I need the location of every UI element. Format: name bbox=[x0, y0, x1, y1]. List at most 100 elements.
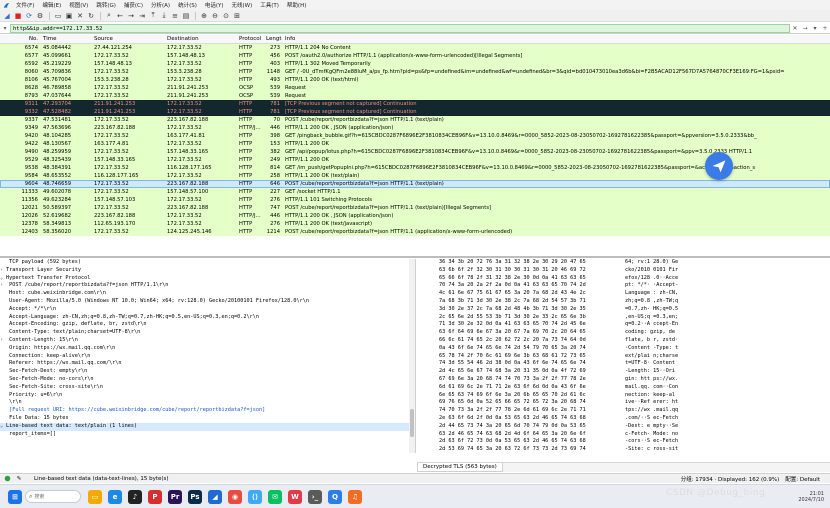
menu-item[interactable]: 工具(T) bbox=[256, 1, 283, 9]
detail-tree-item[interactable]: Connection: keep-alive\r\n bbox=[0, 353, 415, 361]
detail-tree-item[interactable]: Accept-Encoding: gzip, deflate, br, zstd… bbox=[0, 321, 415, 329]
bytes-row[interactable]: 65 78 74 2f 70 6c 61 69 6e 3b 63 68 61 7… bbox=[417, 353, 830, 361]
bytes-row[interactable]: 7a 68 3b 71 3d 30 2e 38 2c 7a 68 2d 54 5… bbox=[417, 298, 830, 306]
detail-tree-item[interactable]: File Data: 15 bytes bbox=[0, 415, 415, 423]
menu-item[interactable]: 无线(W) bbox=[228, 1, 257, 9]
bytes-row[interactable]: 36 34 3b 20 72 76 3a 31 32 38 2e 30 29 2… bbox=[417, 259, 830, 267]
packet-row[interactable]: 9422 48.130567 163.177.4.81 172.17.33.52 HTT… bbox=[0, 140, 830, 148]
bytes-row[interactable]: 63 2d 46 65 74 63 68 2d 4d 6f 64 65 3a 2… bbox=[417, 431, 830, 439]
packet-row[interactable]: 12378 58.349813 112.65.193.170 172.17.33.52… bbox=[0, 220, 830, 228]
pdf-app-icon[interactable]: P bbox=[148, 489, 162, 504]
expert-info-icon[interactable] bbox=[2, 474, 12, 483]
clear-filter-icon[interactable]: ✕ bbox=[790, 24, 800, 33]
display-filter-input[interactable]: http&&ip.addr==172.17.33.52 bbox=[10, 23, 790, 33]
go-to-packet-icon[interactable]: ⇥ bbox=[137, 11, 147, 21]
wireshark-taskbar-icon[interactable]: ◢ bbox=[208, 489, 222, 504]
menu-item[interactable]: 文件(F) bbox=[12, 1, 38, 9]
menu-item[interactable]: 分析(A) bbox=[147, 1, 174, 9]
start-menu-icon[interactable]: ⊞ bbox=[8, 489, 22, 504]
packet-row[interactable]: 12026 52.619682 223.167.82.188 172.17.33.52… bbox=[0, 212, 830, 220]
bytes-row[interactable]: 2d 44 65 73 74 3a 20 65 6d 70 74 79 0d 0… bbox=[417, 423, 830, 431]
reload-icon[interactable]: ↻ bbox=[86, 11, 96, 21]
bytes-row[interactable]: 3d 30 2e 37 2c 7a 68 2d 48 4b 3b 71 3d 3… bbox=[417, 306, 830, 314]
wechat-icon[interactable]: ✉ bbox=[268, 489, 282, 504]
apply-filter-icon[interactable]: → bbox=[800, 24, 810, 33]
wps-icon[interactable]: W bbox=[288, 489, 302, 504]
packet-row[interactable]: 6592 45.219229 157.148.48.13 172.17.33.52 HT… bbox=[0, 60, 830, 68]
detail-tree-item[interactable]: User-Agent: Mozilla/5.0 (Windows NT 10.0… bbox=[0, 298, 415, 306]
detail-tree-item[interactable]: Origin: https://wx.mail.qq.com\r\n bbox=[0, 345, 415, 353]
qq-icon[interactable]: Q bbox=[328, 489, 342, 504]
menu-item[interactable]: 跳转(G) bbox=[92, 1, 120, 9]
menu-item[interactable]: 电话(Y) bbox=[201, 1, 228, 9]
bytes-row[interactable]: 67 69 6e 3a 20 68 74 74 70 73 3a 2f 2f 7… bbox=[417, 376, 830, 384]
autoscroll-icon[interactable]: ≡ bbox=[170, 11, 180, 21]
detail-tree-item[interactable]: Priority: u=6\r\n bbox=[0, 392, 415, 400]
bytes-row[interactable]: 63 6b 6f 2f 32 30 31 30 30 31 30 31 20 4… bbox=[417, 267, 830, 275]
menu-item[interactable]: 帮助(H) bbox=[283, 1, 310, 9]
resize-columns-icon[interactable]: ⊞ bbox=[232, 11, 242, 21]
bytes-row[interactable]: 63 6f 64 69 6e 67 3a 20 67 7a 69 70 2c 2… bbox=[417, 329, 830, 337]
premiere-icon[interactable]: Pr bbox=[168, 489, 182, 504]
zoom-in-icon[interactable]: ⊕ bbox=[199, 11, 209, 21]
column-header-protocol[interactable]: Protocol bbox=[237, 36, 264, 42]
detail-tree-item[interactable]: Accept-Language: zh-CN,zh;q=0.8,zh-TW;q=… bbox=[0, 314, 415, 322]
bytes-row[interactable]: 66 6c 61 74 65 2c 20 62 72 2c 20 7a 73 7… bbox=[417, 337, 830, 345]
colorize-icon[interactable]: ▤ bbox=[181, 11, 191, 21]
bytes-row[interactable]: 2d 63 6f 72 73 0d 0a 53 65 63 2d 46 65 7… bbox=[417, 438, 830, 446]
detail-tree-item[interactable]: Sec-Fetch-Dest: empty\r\n bbox=[0, 368, 415, 376]
tiktok-icon[interactable]: ♪ bbox=[128, 489, 142, 504]
detail-tree-item[interactable]: ⌄ Hypertext Transfer Protocol bbox=[0, 275, 415, 283]
file-explorer-icon[interactable]: ▭ bbox=[88, 489, 102, 504]
bytes-row[interactable]: 0a 43 6f 6e 74 65 6e 74 2d 54 79 70 65 3… bbox=[417, 345, 830, 353]
packet-row[interactable]: 8793 47.037644 172.17.33.52 211.91.241.253 O… bbox=[0, 92, 830, 100]
packet-row[interactable]: 8060 45.709836 172.17.33.52 153.3.238.28 HTT… bbox=[0, 68, 830, 76]
find-packet-icon[interactable]: ⌕ bbox=[104, 11, 114, 21]
add-filter-button-icon[interactable]: + bbox=[820, 24, 830, 33]
column-header-length[interactable]: Lengt bbox=[264, 36, 283, 42]
detail-tree-item[interactable]: TCP payload (592 bytes) bbox=[0, 259, 415, 267]
packet-row[interactable]: 6574 45.084442 27.44.121.254 172.17.33.52 HT… bbox=[0, 44, 830, 52]
details-scrollbar-thumb[interactable] bbox=[410, 409, 414, 437]
menu-item[interactable]: 捕获(C) bbox=[120, 1, 147, 9]
bytes-row[interactable]: 2e 63 6f 6d 2f 0d 0a 53 65 63 2d 46 65 7… bbox=[417, 415, 830, 423]
menu-item[interactable]: 视图(V) bbox=[65, 1, 92, 9]
detail-tree-item[interactable]: ⌄ Line-based text data: text/plain (1 lin… bbox=[0, 422, 415, 431]
capture-options-icon[interactable]: ⚙ bbox=[35, 11, 45, 21]
menu-item[interactable]: 编辑(E) bbox=[38, 1, 65, 9]
bytes-row[interactable]: 4c 61 6e 67 75 61 67 65 3a 20 7a 68 2d 4… bbox=[417, 290, 830, 298]
go-last-icon[interactable]: ⤓ bbox=[159, 11, 169, 21]
detail-tree-item[interactable]: Content-Type: text/plain;charset=UTF-8\r… bbox=[0, 329, 415, 337]
detail-tree-item[interactable]: Sec-Fetch-Mode: no-cors\r\n bbox=[0, 376, 415, 384]
bytes-row[interactable]: 69 76 65 0d 0a 52 65 66 65 72 65 72 3a 2… bbox=[417, 399, 830, 407]
zoom-out-icon[interactable]: ⊖ bbox=[210, 11, 220, 21]
detail-tree-item[interactable]: › Content-Length: 15\r\n bbox=[0, 337, 415, 345]
open-file-icon[interactable]: ▭ bbox=[53, 11, 63, 21]
restart-capture-icon[interactable]: ⟳ bbox=[24, 11, 34, 21]
filter-history-icon[interactable]: ▾ bbox=[810, 24, 820, 33]
start-capture-icon[interactable]: ◢ bbox=[2, 11, 12, 21]
menu-item[interactable]: 统计(S) bbox=[174, 1, 201, 9]
detail-tree-item[interactable]: Accept: */*\r\n bbox=[0, 306, 415, 314]
packet-row[interactable]: 9584 48.653552 116.128.177.165 172.17.33.52… bbox=[0, 172, 830, 180]
detail-tree-item[interactable]: \r\n bbox=[0, 399, 415, 407]
go-back-icon[interactable]: ← bbox=[115, 11, 125, 21]
packet-row[interactable]: 12021 50.589397 172.17.33.52 223.167.82.188… bbox=[0, 204, 830, 212]
bytes-row[interactable]: 2d 4c 65 6e 67 74 68 3a 20 31 35 0d 0a 4… bbox=[417, 368, 830, 376]
stop-capture-icon[interactable]: ■ bbox=[13, 11, 23, 21]
detail-tree-item[interactable]: Sec-Fetch-Site: cross-site\r\n bbox=[0, 384, 415, 392]
vscode-icon[interactable]: ⟨⟩ bbox=[248, 489, 262, 504]
bytes-row[interactable]: 74 70 73 3a 2f 2f 77 78 2e 6d 61 69 6c 2… bbox=[417, 407, 830, 415]
column-header-destination[interactable]: Destination bbox=[165, 36, 237, 42]
taskbar-clock[interactable]: 21:01 2024/7/10 bbox=[798, 491, 824, 503]
column-header-source[interactable]: Source bbox=[92, 36, 165, 42]
detail-tree-item[interactable]: Referer: https://wx.mail.qq.com/\r\n bbox=[0, 360, 415, 368]
bytes-row[interactable]: 71 3d 30 2e 32 0d 0a 41 63 63 65 70 74 2… bbox=[417, 321, 830, 329]
bytes-row[interactable]: 70 74 3a 20 2a 2f 2a 0d 0a 41 63 63 65 7… bbox=[417, 282, 830, 290]
detail-tree-item[interactable]: [Full request URI: https://cube.weixinbr… bbox=[0, 407, 415, 415]
edge-browser-icon[interactable]: e bbox=[108, 489, 122, 504]
detail-tree-item[interactable]: › Transport Layer Security bbox=[0, 267, 415, 275]
bytes-row[interactable]: 74 3d 55 54 46 2d 38 0d 0a 43 6f 6e 74 6… bbox=[417, 360, 830, 368]
bytes-row[interactable]: 6d 61 69 6c 2e 71 71 2e 63 6f 6d 0d 0a 4… bbox=[417, 384, 830, 392]
packet-row[interactable]: 9337 47.531481 172.17.33.52 223.167.82.188 H… bbox=[0, 116, 830, 124]
